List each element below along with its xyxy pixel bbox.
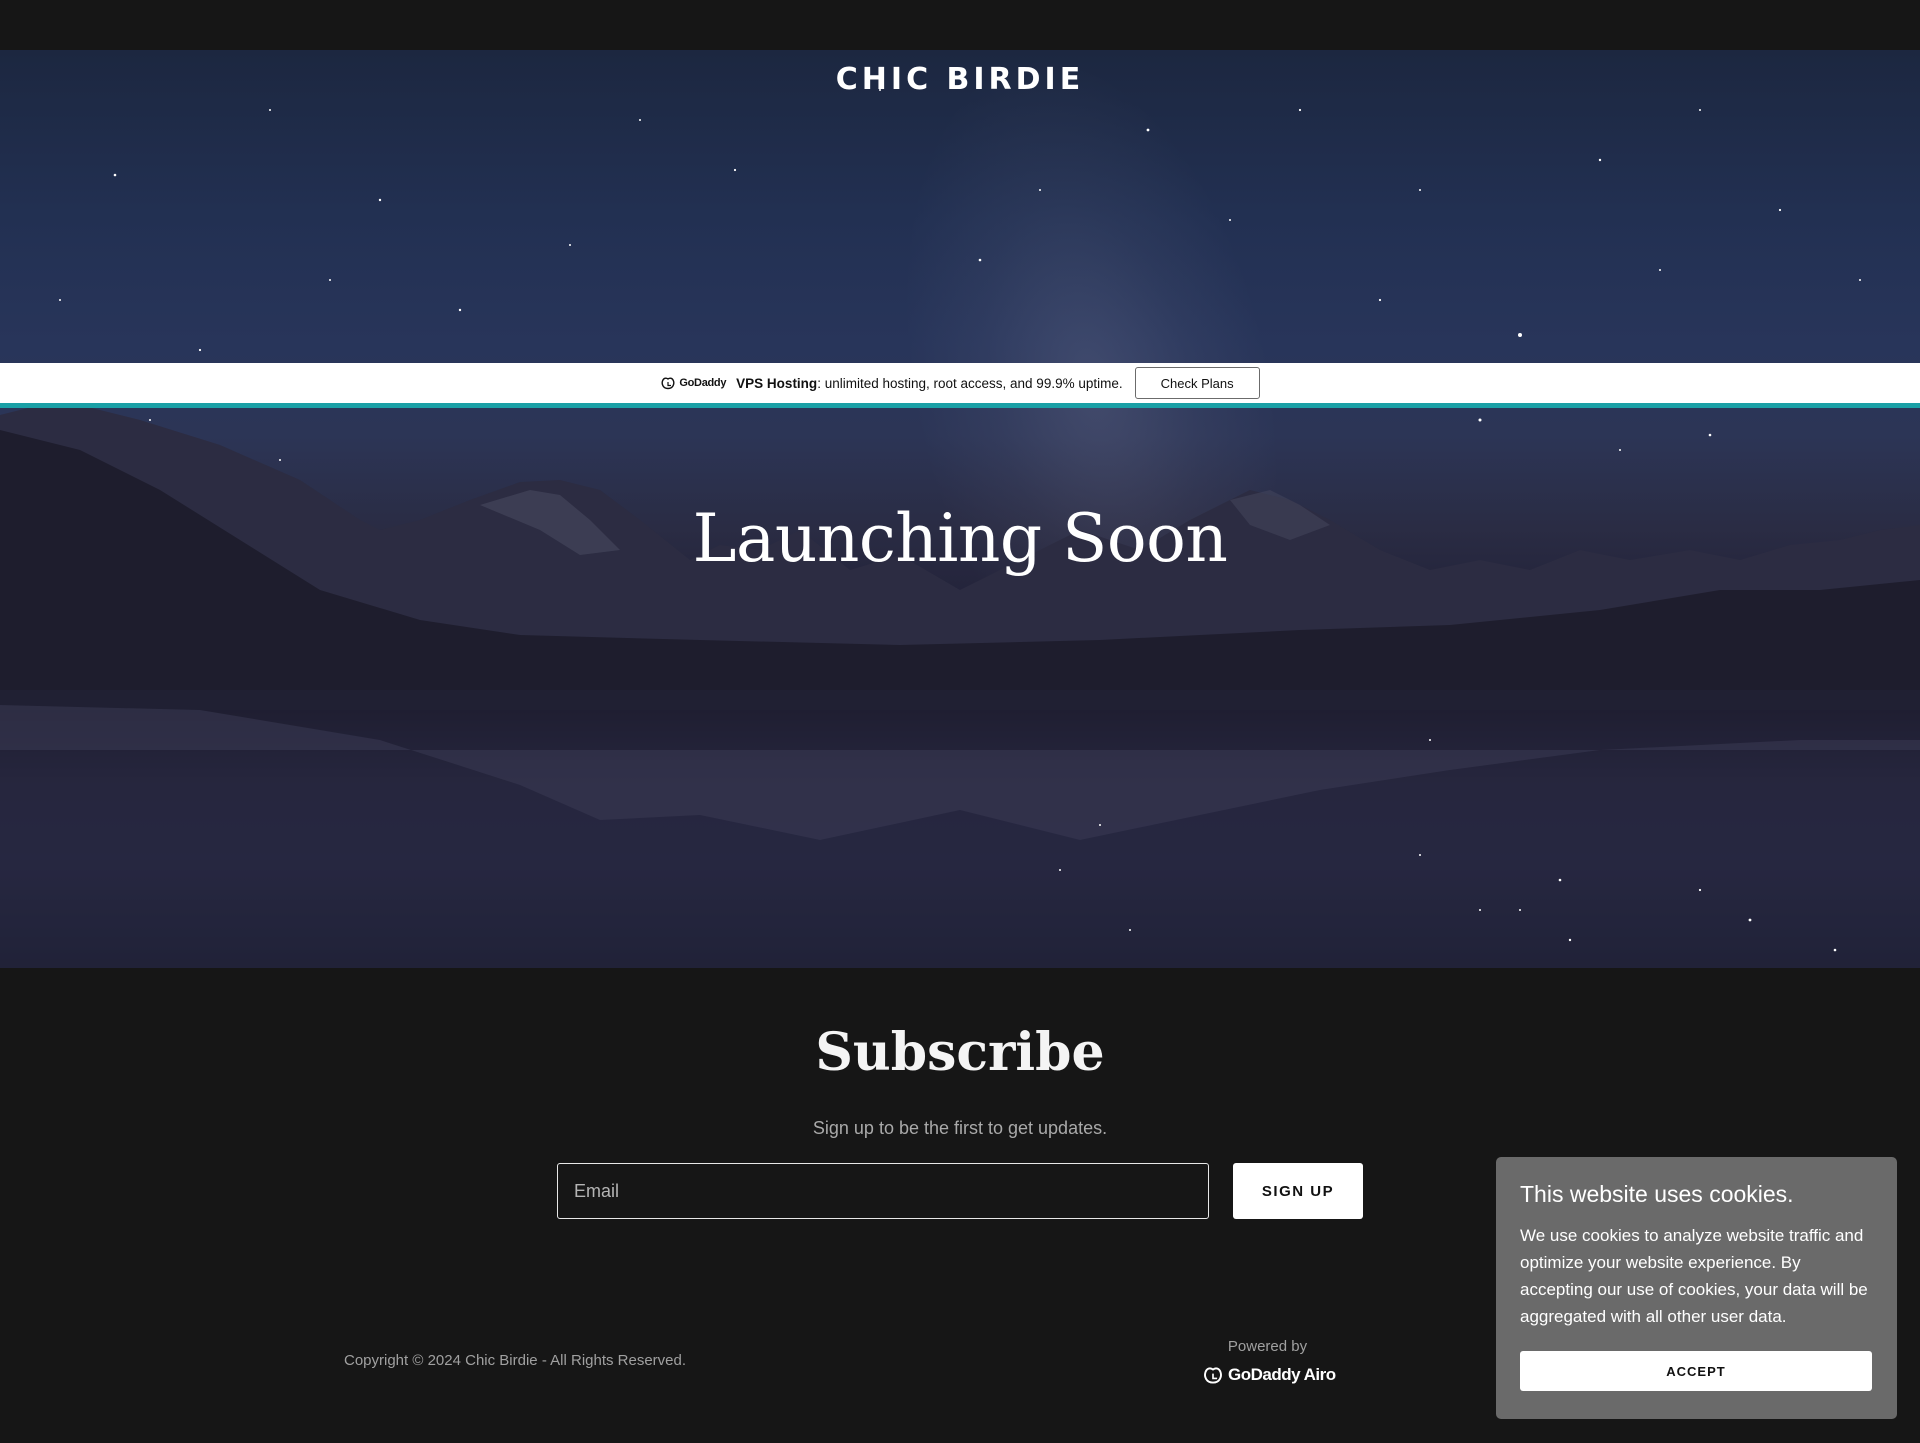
powered-by-text: Powered by xyxy=(1227,1338,1308,1355)
godaddy-logo-icon xyxy=(661,377,675,390)
godaddy-airo-logo-icon xyxy=(1204,1367,1222,1384)
subscribe-title: Subscribe xyxy=(815,1022,1105,1083)
email-field[interactable] xyxy=(557,1163,1209,1219)
accept-cookies-button[interactable]: ACCEPT xyxy=(1520,1351,1872,1391)
ad-product: VPS Hosting xyxy=(736,375,818,391)
top-bar xyxy=(0,0,1920,50)
godaddy-logo-text: GoDaddy xyxy=(679,377,727,389)
cookie-text: We use cookies to analyze website traffi… xyxy=(1520,1226,1868,1326)
site-title[interactable]: CHIC BIRDIE xyxy=(0,62,1920,97)
cookie-dialog: This website uses cookies. We use cookie… xyxy=(1496,1157,1897,1419)
hero-heading: Launching Soon xyxy=(692,500,1228,577)
godaddy-logo[interactable]: GoDaddy xyxy=(660,376,726,390)
sign-up-button[interactable]: SIGN UP xyxy=(1233,1163,1363,1219)
cookie-title: This website uses cookies. xyxy=(1520,1181,1794,1207)
copyright-text: Copyright © 2024 Chic Birdie - All Right… xyxy=(344,1352,687,1369)
ad-banner: GoDaddy VPS Hosting : unlimited hosting,… xyxy=(0,363,1920,408)
godaddy-airo-link[interactable]: GoDaddy Airo xyxy=(1202,1365,1336,1385)
subscribe-subtitle: Sign up to be the first to get updates. xyxy=(812,1118,1108,1138)
ad-description: : unlimited hosting, root access, and 99… xyxy=(817,375,1123,391)
check-plans-button[interactable]: Check Plans xyxy=(1134,367,1260,399)
godaddy-airo-label: GoDaddy Airo xyxy=(1228,1365,1336,1384)
